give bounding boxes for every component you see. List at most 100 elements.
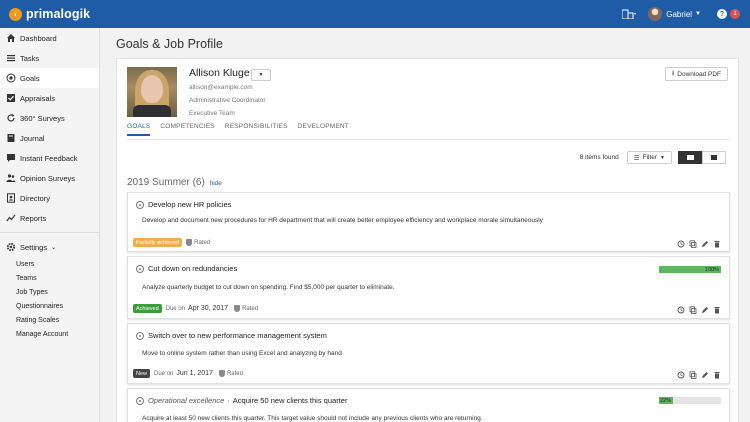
sidebar-item-directory[interactable]: Directory — [0, 188, 99, 208]
user-name[interactable]: Gabriel — [666, 10, 692, 19]
goal-title-row: Develop new HR policies — [136, 200, 231, 209]
target-icon — [6, 73, 16, 83]
brand-name: primalogik — [26, 7, 91, 21]
goal-description: Develop and document new procedures for … — [142, 217, 543, 224]
sidebar-item-tasks[interactable]: Tasks — [0, 48, 99, 68]
download-pdf-button[interactable]: ⭳ Download PDF — [664, 67, 728, 81]
due-label: Due on — [165, 305, 185, 312]
organization-icon[interactable] — [622, 9, 637, 19]
goal-progress-fill: 22% — [659, 397, 673, 404]
sidebar-subitem-teams[interactable]: Teams — [0, 271, 99, 285]
chevron-down-icon: ▼ — [660, 154, 665, 161]
sidebar-item-goals[interactable]: Goals — [0, 68, 99, 88]
goal-title[interactable]: Cut down on redundancies — [148, 264, 237, 273]
goal-title[interactable]: Switch over to new performance managemen… — [148, 331, 327, 340]
copy-icon[interactable] — [688, 239, 697, 248]
goal-description: Analyze quarterly budget to cut down on … — [142, 284, 395, 291]
sidebar-subitem-job-types[interactable]: Job Types — [0, 285, 99, 299]
goal-actions — [673, 305, 721, 314]
goal-title-row: Switch over to new performance managemen… — [136, 331, 327, 340]
goal-progress-bar: 100% — [659, 266, 721, 273]
filter-icon: ☰ — [633, 154, 640, 162]
sidebar-subitem-users[interactable]: Users — [0, 257, 99, 271]
rated-indicator: Rated — [186, 239, 210, 246]
goal-card[interactable]: Switch over to new performance managemen… — [127, 323, 730, 384]
goal-card[interactable]: Cut down on redundancies 100% Analyze qu… — [127, 256, 730, 319]
edit-icon[interactable] — [700, 239, 709, 248]
tabs-divider — [127, 139, 730, 140]
status-badge: Achieved — [133, 304, 162, 313]
person-menu-dropdown[interactable]: ▼ — [251, 69, 271, 81]
chevron-down-icon[interactable]: ▼ — [695, 11, 701, 17]
target-icon — [136, 331, 144, 340]
history-icon[interactable] — [676, 239, 685, 248]
sidebar-item-reports[interactable]: Reports — [0, 208, 99, 228]
history-icon[interactable] — [676, 305, 685, 314]
chevron-down-icon: ▼ — [258, 72, 264, 78]
grid-view-button[interactable] — [702, 151, 726, 164]
tab-competencies[interactable]: COMPETENCIES — [160, 123, 214, 136]
delete-icon[interactable] — [712, 370, 721, 379]
sidebar-item-label: Appraisals — [20, 93, 56, 103]
people-icon — [6, 173, 16, 183]
rated-label: Rated — [242, 305, 259, 312]
copy-icon[interactable] — [688, 305, 697, 314]
goal-title[interactable]: Acquire 50 new clients this quarter — [233, 396, 348, 405]
hide-link[interactable]: hide — [210, 180, 222, 187]
goal-card[interactable]: Operational excellence · Acquire 50 new … — [127, 388, 730, 422]
person-team: Executive Team — [189, 110, 235, 117]
goal-title-separator: · — [227, 396, 230, 405]
goal-title[interactable]: Develop new HR policies — [148, 200, 231, 209]
history-icon[interactable] — [676, 370, 685, 379]
shield-icon — [234, 305, 241, 312]
book-icon — [6, 133, 16, 143]
delete-icon[interactable] — [712, 305, 721, 314]
edit-icon[interactable] — [700, 305, 709, 314]
edit-icon[interactable] — [700, 370, 709, 379]
profile-tabs: GOALS COMPETENCIES RESPONSIBILITIES DEVE… — [127, 123, 359, 136]
sidebar-item-instant-feedback[interactable]: Instant Feedback — [0, 148, 99, 168]
top-bar: ‹ primalogik Gabriel ▼ ? 1 — [0, 0, 750, 28]
sidebar-item-360-surveys[interactable]: 360° Surveys — [0, 108, 99, 128]
contacts-icon — [6, 193, 16, 203]
list-view-icon — [686, 155, 694, 160]
list-view-button[interactable] — [678, 151, 702, 164]
sidebar-item-label: Tasks — [20, 53, 40, 63]
goal-description: Move to online system rather than using … — [142, 350, 342, 357]
goal-footer: New Due on Jun 1, 2017 Rated — [133, 369, 243, 378]
person-role: Administrative Coordinator — [189, 97, 266, 104]
sidebar-subitem-manage-account[interactable]: Manage Account — [0, 327, 99, 341]
sidebar-item-appraisals[interactable]: Appraisals — [0, 88, 99, 108]
period-heading: 2019 Summer (6) hide — [127, 177, 222, 188]
sidebar-item-settings[interactable]: Settings ⌄ — [0, 237, 99, 257]
grid-view-icon — [711, 155, 717, 160]
list-icon — [6, 53, 16, 63]
goal-card[interactable]: Develop new HR policies Develop and docu… — [127, 192, 730, 252]
sidebar-subitem-questionnaires[interactable]: Questionnaires — [0, 299, 99, 313]
brand-logo[interactable]: ‹ primalogik — [9, 7, 90, 21]
sidebar-item-dashboard[interactable]: Dashboard — [0, 28, 99, 48]
sidebar-item-journal[interactable]: Journal — [0, 128, 99, 148]
delete-icon[interactable] — [712, 239, 721, 248]
sidebar-subitem-rating-scales[interactable]: Rating Scales — [0, 313, 99, 327]
help-icon[interactable]: ? — [717, 9, 727, 19]
due-date: Apr 30, 2017 — [188, 305, 229, 312]
check-icon — [6, 93, 16, 103]
due-date: Jun 1, 2017 — [176, 370, 213, 377]
sidebar-item-opinion-surveys[interactable]: Opinion Surveys — [0, 168, 99, 188]
copy-icon[interactable] — [688, 370, 697, 379]
target-icon — [136, 200, 144, 209]
user-avatar[interactable] — [648, 7, 663, 21]
tab-responsibilities[interactable]: RESPONSIBILITIES — [225, 123, 288, 136]
tab-goals[interactable]: GOALS — [127, 123, 151, 136]
notification-badge[interactable]: 1 — [730, 9, 740, 19]
goal-actions — [673, 370, 721, 379]
sidebar-item-label: Goals — [20, 73, 40, 83]
filter-button[interactable]: ☰ Filter ▼ — [626, 151, 672, 164]
goal-progress-bar: 22% — [659, 397, 721, 404]
target-icon — [136, 264, 144, 273]
sidebar-item-label: Journal — [20, 133, 45, 143]
tab-development[interactable]: DEVELOPMENT — [298, 123, 349, 136]
download-pdf-label: Download PDF — [677, 70, 721, 78]
shield-icon — [218, 370, 225, 377]
